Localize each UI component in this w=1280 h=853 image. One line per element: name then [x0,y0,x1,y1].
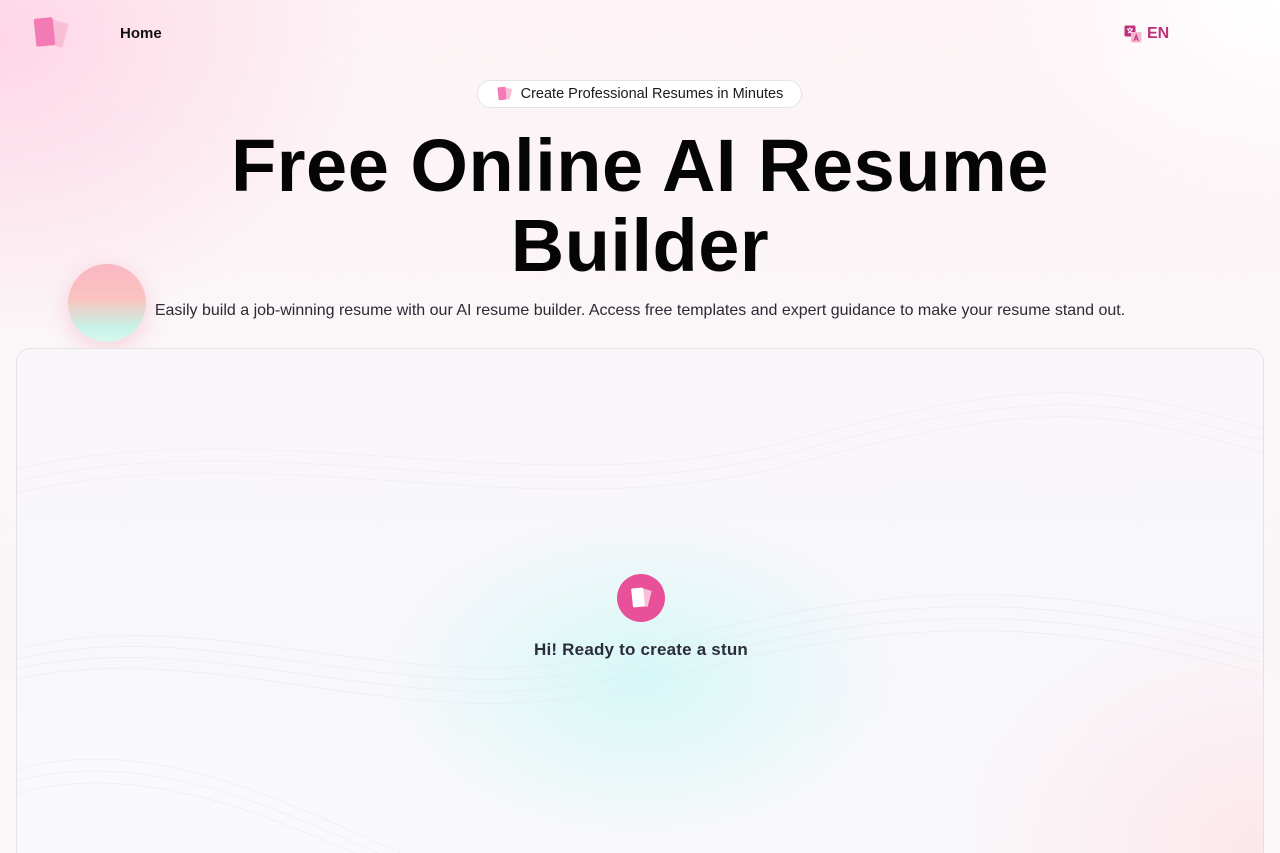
hero-subtitle: Easily build a job-winning resume with o… [154,302,1126,319]
badge-text: Create Professional Resumes in Minutes [520,86,784,102]
page-title: Free Online AI Resume Builder [140,126,1140,286]
assistant-greeting-text: Hi! Ready to create a stun [534,640,748,659]
title-line-2: Builder [510,204,770,287]
logo-icon[interactable] [32,15,72,55]
decorative-orb [68,264,146,342]
nav-home-link[interactable]: Home [120,25,162,42]
resume-assistant-avatar-icon [617,574,665,622]
language-label: EN [1147,25,1170,42]
resume-builder-panel: Hi! Ready to create a stun [16,348,1264,853]
translate-icon [1124,25,1142,43]
site-header: Home EN [0,0,1280,70]
language-switcher[interactable]: EN [1124,25,1169,43]
title-line-1: Free Online AI Resume [231,124,1049,207]
resume-pages-icon [497,86,512,101]
assistant-greeting: Hi! Ready to create a stun [17,574,1263,660]
hero-badge: Create Professional Resumes in Minutes [477,80,802,108]
